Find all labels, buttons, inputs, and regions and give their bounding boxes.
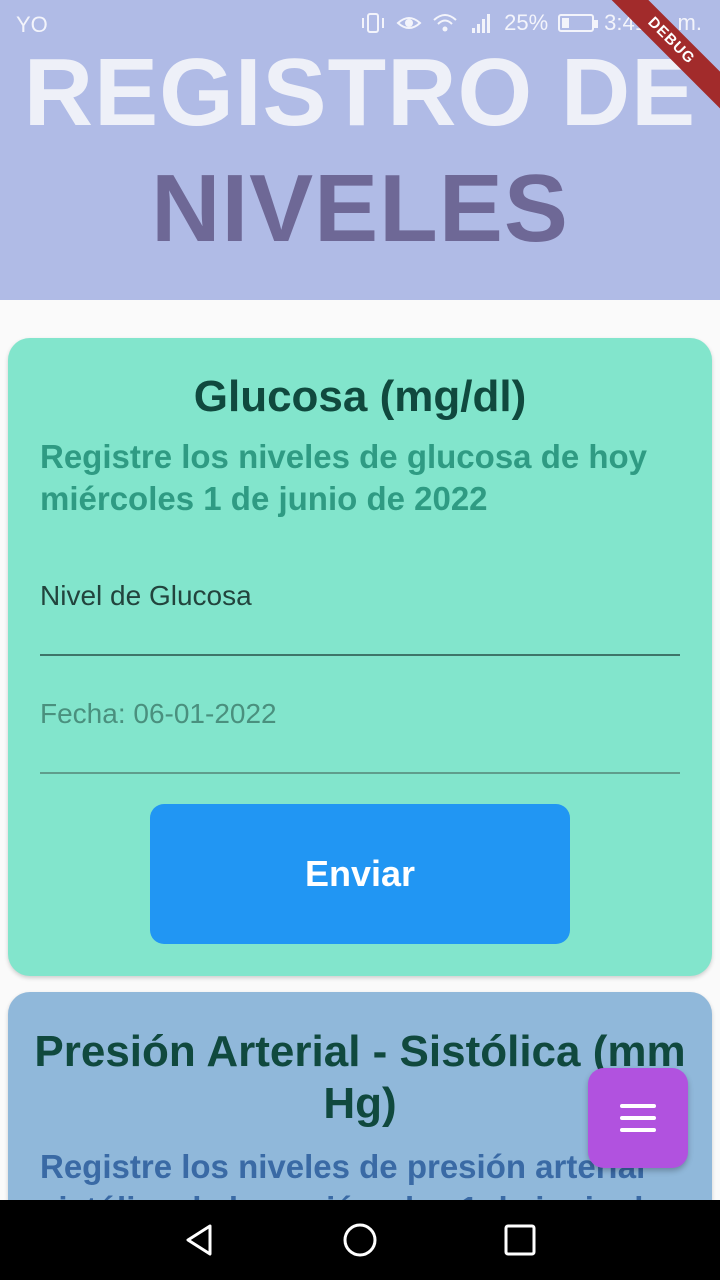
page-title-line2: NIVELES bbox=[151, 155, 569, 262]
eye-icon bbox=[396, 10, 422, 36]
home-icon[interactable] bbox=[340, 1220, 380, 1260]
send-button[interactable]: Enviar bbox=[150, 804, 570, 944]
glucose-level-underline bbox=[40, 654, 680, 656]
glucose-card-title: Glucosa (mg/dl) bbox=[193, 372, 527, 421]
back-icon[interactable] bbox=[180, 1220, 220, 1260]
glucose-card: Glucosa (mg/dl) Registre los niveles de … bbox=[8, 338, 712, 976]
wifi-icon bbox=[432, 10, 458, 36]
signal-icon bbox=[468, 10, 494, 36]
battery-percent: 25% bbox=[504, 10, 549, 35]
carrier-label: YO bbox=[16, 12, 48, 37]
glucose-level-field[interactable]: Nivel de Glucosa bbox=[40, 580, 252, 612]
date-field-underline bbox=[40, 772, 680, 774]
status-bar: YO 25% 3:41 p. m. bbox=[0, 0, 720, 50]
vibrate-icon bbox=[360, 10, 386, 36]
glucose-card-subtitle: Registre los niveles de glucosa de hoy m… bbox=[40, 438, 648, 517]
system-nav-bar bbox=[0, 1200, 720, 1280]
battery-icon bbox=[558, 14, 599, 32]
date-field[interactable]: Fecha: 06-01-2022 bbox=[40, 698, 277, 730]
page-title-line1: REGISTRO DE bbox=[23, 39, 697, 146]
menu-fab-button[interactable] bbox=[588, 1068, 688, 1168]
recents-icon[interactable] bbox=[500, 1220, 540, 1260]
